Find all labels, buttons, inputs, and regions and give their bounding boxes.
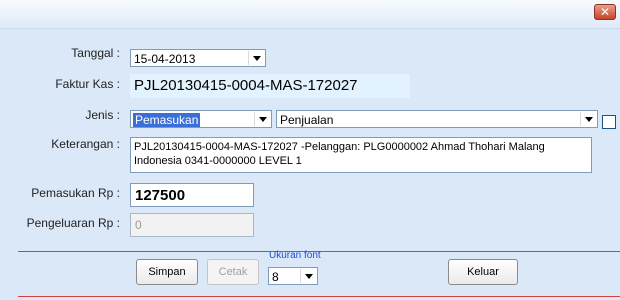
checkbox[interactable] <box>602 115 616 129</box>
chevron-down-icon[interactable] <box>300 269 316 283</box>
tanggal-label: Tanggal : <box>71 46 120 60</box>
ukuran-font-label: Ukuran font <box>269 250 321 261</box>
keterangan-label: Keterangan : <box>51 137 120 151</box>
tanggal-value: 15-04-2013 <box>134 52 196 66</box>
window-titlebar: ✕ <box>0 0 620 29</box>
form-panel: Tanggal : 15-04-2013 Faktur Kas : PJL201… <box>0 29 620 300</box>
chevron-down-icon[interactable] <box>248 51 264 65</box>
jenis-kategori-select[interactable]: Penjualan <box>276 110 598 128</box>
chevron-down-icon[interactable] <box>254 112 270 126</box>
jenis-label: Jenis : <box>85 108 120 122</box>
faktur-kas-label: Faktur Kas : <box>55 77 120 91</box>
separator-bottom <box>18 296 620 297</box>
keterangan-textarea[interactable]: PJL20130415-0004-MAS-172027 -Pelanggan: … <box>130 137 592 173</box>
close-button[interactable]: ✕ <box>594 4 616 20</box>
pengeluaran-input[interactable]: 0 <box>130 213 254 237</box>
ukuran-font-select[interactable]: 8 <box>268 267 318 285</box>
ukuran-font-value: 8 <box>272 270 279 284</box>
faktur-kas-value: PJL20130415-0004-MAS-172027 <box>130 74 410 98</box>
jenis-kategori-value: Penjualan <box>280 113 334 127</box>
pemasukan-label: Pemasukan Rp : <box>31 186 120 200</box>
chevron-down-icon[interactable] <box>580 112 596 126</box>
jenis-select[interactable]: Pemasukan <box>130 110 272 128</box>
tanggal-date-picker[interactable]: 15-04-2013 <box>130 49 266 67</box>
jenis-value: Pemasukan <box>133 113 201 127</box>
cetak-button[interactable]: Cetak <box>207 259 259 285</box>
keluar-button[interactable]: Keluar <box>448 259 518 285</box>
pengeluaran-label: Pengeluaran Rp : <box>26 216 120 230</box>
simpan-button[interactable]: Simpan <box>136 259 198 285</box>
pemasukan-input[interactable]: 127500 <box>130 183 254 207</box>
